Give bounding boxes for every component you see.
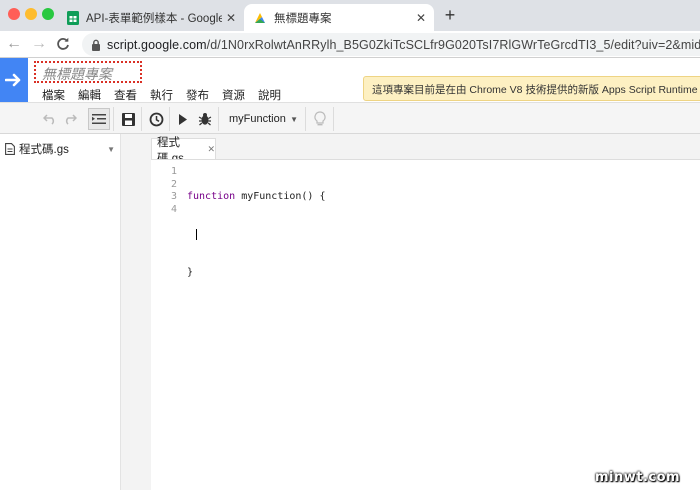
caret-down-icon: ▼ — [290, 114, 298, 124]
code-editor[interactable]: 1 2 3 4 function myFunction() { } — [151, 159, 700, 490]
line-number: 1 — [170, 166, 177, 177]
watermark: minwt.com — [595, 470, 681, 485]
toolbar-divider — [305, 107, 306, 131]
menu-publish[interactable]: 發布 — [186, 87, 209, 103]
file-sidebar: 程式碼.gs ▼ — [0, 134, 121, 490]
save-icon[interactable] — [119, 108, 137, 130]
menu-edit[interactable]: 編輯 — [78, 87, 101, 103]
close-icon[interactable]: ✕ — [207, 144, 215, 155]
window-maximize-button[interactable] — [42, 8, 54, 20]
code-line: function myFunction() { — [187, 191, 325, 204]
toolbar-divider — [141, 107, 142, 131]
editor-area: 程式碼.gs ✕ 1 2 3 4 function myFunction() {… — [121, 134, 700, 490]
sidebar-file-item[interactable]: 程式碼.gs ▼ — [5, 140, 115, 158]
triggers-clock-icon[interactable] — [147, 108, 165, 130]
menu-help[interactable]: 說明 — [258, 87, 281, 103]
code-keyword: function — [187, 191, 236, 202]
reload-icon[interactable] — [56, 35, 70, 56]
menu-view[interactable]: 查看 — [114, 87, 137, 103]
line-number: 3 — [170, 191, 177, 202]
window-minimize-button[interactable] — [25, 8, 37, 20]
redo-icon[interactable] — [62, 108, 78, 130]
browser-tab-sheets[interactable]: API-表單範例樣本 - Google 試算表 ✕ — [58, 4, 244, 31]
runtime-notice-banner: 這項專案目前是在由 Chrome V8 技術提供的新版 Apps Script … — [363, 76, 700, 101]
url-domain: script.google.com — [107, 37, 207, 52]
indent-toggle-icon[interactable] — [88, 108, 110, 130]
url-path: /d/1N0rxRolwtAnRRylh_B5G0ZkiTcSCLfr9G020… — [206, 37, 700, 52]
toolbar-divider — [333, 107, 334, 131]
window-close-button[interactable] — [8, 8, 20, 20]
browser-tab-apps-script[interactable]: 無標題專案 ✕ — [244, 4, 434, 31]
new-tab-button[interactable]: + — [440, 5, 460, 26]
project-title[interactable]: 無標題專案 — [34, 61, 142, 83]
code-text: myFunction() { — [235, 191, 326, 202]
app-header: 無標題專案 檔案 編輯 查看 執行 發布 資源 說明 這項專案目前是在由 Chr… — [0, 58, 700, 102]
line-number: 4 — [170, 203, 177, 215]
tab-close-icon[interactable]: ✕ — [222, 11, 240, 25]
tab-title: 無標題專案 — [274, 12, 332, 25]
code-content[interactable]: function myFunction() { } — [187, 166, 325, 342]
browser-tabstrip: API-表單範例樣本 - Google 試算表 ✕ 無標題專案 ✕ + — [0, 0, 700, 31]
editor-tab[interactable]: 程式碼.gs ✕ — [151, 137, 216, 165]
toolbar-divider — [113, 107, 114, 131]
address-bar-row: ← → script.google.com/d/1N0rxRolwtAnRRyl… — [0, 31, 700, 58]
code-line — [187, 228, 325, 242]
function-select[interactable]: myFunction ▼ — [222, 108, 304, 130]
line-number: 2 — [170, 178, 177, 190]
sheets-icon — [67, 10, 79, 25]
debug-bug-icon[interactable] — [196, 108, 214, 130]
editor-toolbar: myFunction ▼ — [0, 102, 700, 134]
forward-arrow-icon[interactable]: → — [31, 35, 47, 53]
menu-resources[interactable]: 資源 — [222, 87, 245, 103]
code-line: } — [187, 266, 194, 278]
toolbar-divider — [218, 107, 219, 131]
menu-file[interactable]: 檔案 — [42, 87, 65, 103]
sidebar-file-label: 程式碼.gs — [19, 144, 69, 156]
tab-close-icon[interactable]: ✕ — [412, 11, 430, 25]
line-number-gutter: 1 2 3 4 — [151, 166, 177, 216]
function-select-value: myFunction — [229, 113, 286, 125]
menu-run[interactable]: 執行 — [150, 87, 173, 103]
apps-script-icon — [253, 11, 267, 25]
text-cursor — [196, 228, 197, 240]
caret-down-icon[interactable]: ▼ — [107, 145, 115, 154]
undo-icon[interactable] — [42, 108, 58, 130]
menu-bar: 檔案 編輯 查看 執行 發布 資源 說明 — [42, 87, 294, 103]
run-play-icon[interactable] — [175, 108, 191, 130]
apps-script-logo-icon[interactable] — [0, 58, 28, 102]
tab-title: API-表單範例樣本 - Google 試算表 — [86, 12, 222, 25]
lightbulb-icon[interactable] — [311, 108, 329, 130]
document-icon — [5, 143, 15, 155]
lock-icon — [91, 39, 101, 51]
url-field[interactable]: script.google.com/d/1N0rxRolwtAnRRylh_B5… — [82, 33, 700, 56]
back-arrow-icon[interactable]: ← — [6, 35, 22, 53]
toolbar-divider — [169, 107, 170, 131]
